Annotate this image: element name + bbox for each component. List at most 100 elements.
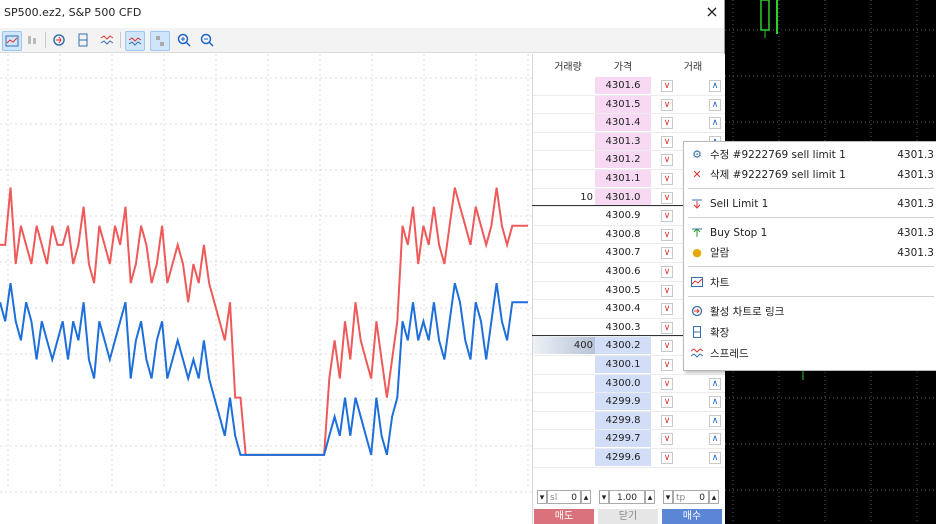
toolbar xyxy=(0,28,724,53)
link-icon[interactable] xyxy=(50,31,68,49)
sell-order-button[interactable]: ∨ xyxy=(661,284,673,297)
dom-price-cell: 4300.9 xyxy=(595,207,651,225)
dom-price-cell: 4300.0 xyxy=(595,374,651,392)
menu-item-spread[interactable]: 스프레드 xyxy=(684,344,936,364)
dom-price-cell: 4299.7 xyxy=(595,430,651,448)
dom-volume-cell xyxy=(533,263,595,281)
volume-decrease-button[interactable]: ▾ xyxy=(599,490,609,504)
menu-item-modify-order[interactable]: ⚙ 수정 #9222769 sell limit 1 4301.3 xyxy=(684,145,936,165)
sell-order-button[interactable]: ∨ xyxy=(661,117,673,130)
dom-volume-cell xyxy=(533,412,595,430)
close-position-button[interactable]: 닫기 xyxy=(598,509,658,524)
buy-order-button[interactable]: ∧ xyxy=(709,80,721,92)
dom-volume-cell: 10 xyxy=(580,191,593,203)
chart-icon xyxy=(690,276,704,290)
dom-row: 4299.7 ∨ ∧ xyxy=(533,430,725,448)
sell-order-button[interactable]: ∨ xyxy=(661,266,673,278)
chart-bottom-area xyxy=(0,498,532,524)
sell-order-button[interactable]: ∨ xyxy=(661,433,673,446)
order-icon[interactable] xyxy=(150,31,170,51)
sell-order-button[interactable]: ∨ xyxy=(661,98,673,111)
menu-item-sell-limit[interactable]: Sell Limit 1 4301.3 xyxy=(684,194,936,214)
price-header: 가격 xyxy=(613,62,633,73)
dom-price-cell: 4300.7 xyxy=(595,244,651,262)
bid-price-line xyxy=(0,282,528,456)
sell-order-button[interactable]: ∨ xyxy=(661,135,673,148)
menu-item-label: Buy Stop 1 xyxy=(710,227,768,239)
dom-volume-cell xyxy=(533,356,595,374)
dom-volume-cell xyxy=(533,96,595,114)
sell-order-button[interactable]: ∨ xyxy=(661,303,673,316)
tp-decrease-button[interactable]: ▾ xyxy=(663,490,673,504)
dom-volume-cell xyxy=(533,375,595,393)
dom-volume-cell xyxy=(533,207,595,225)
sell-order-button[interactable]: ∨ xyxy=(661,80,673,92)
sell-order-button[interactable]: ∨ xyxy=(661,228,673,241)
sl-increase-button[interactable]: ▴ xyxy=(581,490,591,504)
title-bar[interactable]: SP500.ez2, S&P 500 CFD × xyxy=(0,0,724,26)
dom-price-cell: 4301.5 xyxy=(595,95,651,113)
dom-price-cell: 4300.5 xyxy=(595,281,651,299)
dom-price-cell: 4300.1 xyxy=(595,356,651,373)
sell-order-button[interactable]: ∨ xyxy=(661,247,673,260)
tp-increase-button[interactable]: ▴ xyxy=(709,490,719,504)
sell-button[interactable]: 매도 xyxy=(534,509,594,524)
dom-volume-cell xyxy=(533,282,595,300)
sell-order-button[interactable]: ∨ xyxy=(661,452,673,464)
delete-icon: ✕ xyxy=(692,168,702,181)
spread-icon[interactable] xyxy=(98,31,116,49)
tick-chart[interactable] xyxy=(0,54,532,498)
close-icon[interactable]: × xyxy=(702,2,722,22)
sell-order-button[interactable]: ∨ xyxy=(661,340,673,353)
buy-order-button[interactable]: ∧ xyxy=(709,117,721,130)
buy-order-button[interactable]: ∧ xyxy=(709,433,721,446)
menu-item-expand[interactable]: 확장 xyxy=(684,323,936,343)
menu-item-label: 수정 #9222769 sell limit 1 xyxy=(710,149,846,161)
buy-order-button[interactable]: ∧ xyxy=(709,414,721,427)
sl-decrease-button[interactable]: ▾ xyxy=(537,490,547,504)
zoom-out-icon[interactable] xyxy=(198,31,216,49)
tp-input[interactable]: tp 0 xyxy=(673,490,709,504)
volume-increase-button[interactable]: ▴ xyxy=(645,490,655,504)
sell-order-button[interactable]: ∨ xyxy=(661,377,673,390)
buy-stop-icon xyxy=(690,226,704,240)
dom-price-cell: 4301.2 xyxy=(595,151,651,169)
volume-input[interactable]: 1.00 xyxy=(609,490,645,504)
menu-item-label: 확장 xyxy=(710,327,730,339)
sell-order-button[interactable]: ∨ xyxy=(661,191,673,204)
zoom-in-icon[interactable] xyxy=(175,31,193,49)
menu-item-link-active-chart[interactable]: 활성 차트로 링크 xyxy=(684,302,936,322)
chart-icon[interactable] xyxy=(2,31,22,51)
depth-icon[interactable] xyxy=(24,31,42,49)
menu-item-alert[interactable]: ● 알람 4301.3 xyxy=(684,243,936,263)
sell-order-button[interactable]: ∨ xyxy=(661,321,673,334)
sell-order-button[interactable]: ∨ xyxy=(661,154,673,167)
menu-item-label: 차트 xyxy=(710,277,730,289)
dom-row: 4299.8 ∨ ∧ xyxy=(533,411,725,430)
depth-of-market-window: SP500.ez2, S&P 500 CFD × 거래량 가격 거래 4301.… xyxy=(0,0,725,524)
sell-order-button[interactable]: ∨ xyxy=(661,359,673,371)
menu-item-delete-order[interactable]: ✕ 삭제 #9222769 sell limit 1 4301.3 xyxy=(684,165,936,185)
dom-price-cell: 4300.6 xyxy=(595,263,651,280)
buy-order-button[interactable]: ∧ xyxy=(709,98,721,111)
dom-volume-cell xyxy=(533,133,595,151)
menu-item-chart[interactable]: 차트 xyxy=(684,273,936,293)
sell-order-button[interactable]: ∨ xyxy=(661,414,673,427)
sell-order-button[interactable]: ∨ xyxy=(661,396,673,409)
sell-order-button[interactable]: ∨ xyxy=(661,173,673,185)
buy-button[interactable]: 매수 xyxy=(662,509,722,524)
volume-header: 거래량 xyxy=(554,62,582,73)
expand-icon[interactable] xyxy=(74,31,92,49)
dom-price-cell: 4299.9 xyxy=(595,393,651,411)
buy-order-button[interactable]: ∧ xyxy=(709,452,721,464)
menu-item-buy-stop[interactable]: Buy Stop 1 4301.3 xyxy=(684,223,936,243)
bell-icon: ● xyxy=(692,246,702,259)
buy-order-button[interactable]: ∧ xyxy=(709,396,721,409)
sell-order-button[interactable]: ∨ xyxy=(661,210,673,223)
auto-scroll-icon[interactable] xyxy=(125,31,145,51)
sl-input[interactable]: sl 0 xyxy=(547,490,581,504)
dom-price-cell: 4300.4 xyxy=(595,300,651,318)
menu-item-price: 4301.3 xyxy=(897,227,934,239)
buy-order-button[interactable]: ∧ xyxy=(709,377,721,390)
tp-value: 0 xyxy=(699,493,705,503)
